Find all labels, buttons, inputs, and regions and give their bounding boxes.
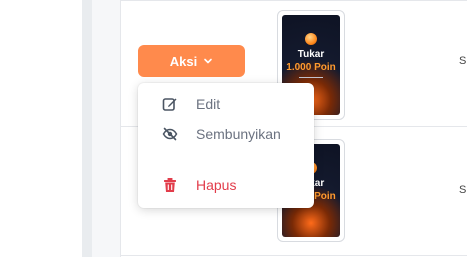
actions-dropdown-button[interactable]: Aksi: [138, 45, 245, 77]
menu-item-delete[interactable]: Hapus: [138, 170, 314, 200]
reward-fineprint: ▬▬▬▬▬▬▬▬: [299, 75, 323, 79]
menu-item-label: Edit: [196, 96, 221, 112]
chevron-down-icon: [204, 58, 213, 64]
menu-item-label: Sembunyikan: [196, 126, 281, 142]
trash-icon: [162, 177, 178, 193]
edit-icon: [162, 96, 178, 112]
sidebar-edge: [82, 0, 92, 257]
gutter-divider: [120, 0, 121, 257]
row-cell-text: S: [459, 55, 467, 67]
coin-icon: [305, 33, 317, 45]
actions-menu: Edit Sembunyikan Hapus: [138, 83, 314, 208]
reward-points: 1.000 Poin: [286, 62, 336, 73]
menu-item-label: Hapus: [196, 177, 237, 193]
row-cell-text: S: [459, 184, 467, 196]
left-sidebar: [0, 0, 82, 257]
row-divider: [121, 0, 467, 1]
table-gutter: [92, 0, 120, 257]
menu-item-hide[interactable]: Sembunyikan: [138, 119, 314, 149]
reward-title: Tukar: [297, 49, 325, 60]
menu-item-edit[interactable]: Edit: [138, 89, 314, 119]
row-divider: [121, 255, 467, 256]
menu-separator: [138, 149, 314, 170]
actions-button-label: Aksi: [169, 53, 198, 69]
eye-off-icon: [162, 126, 178, 142]
